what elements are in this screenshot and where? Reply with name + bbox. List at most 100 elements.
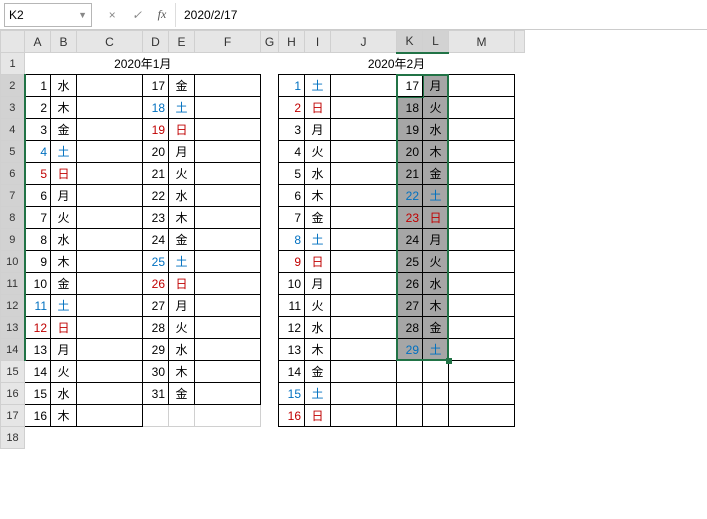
feb-r-7-day[interactable]: 24 — [397, 229, 423, 251]
feb-r-0-day[interactable]: 17 — [397, 75, 423, 97]
jan-l-4-dow[interactable]: 日 — [51, 163, 77, 185]
jan-r-13-note[interactable] — [195, 361, 261, 383]
jan-l-10-note[interactable] — [77, 295, 143, 317]
feb-l-7-note[interactable] — [331, 229, 397, 251]
jan-r-5-note[interactable] — [195, 185, 261, 207]
feb-l-3-day[interactable]: 4 — [279, 141, 305, 163]
jan-l-13-day[interactable]: 14 — [25, 361, 51, 383]
jan-r-4-note[interactable] — [195, 163, 261, 185]
jan-r-6-note[interactable] — [195, 207, 261, 229]
jan-r-12-dow[interactable]: 水 — [169, 339, 195, 361]
feb-l-15-day[interactable]: 16 — [279, 405, 305, 427]
jan-l-2-note[interactable] — [77, 119, 143, 141]
feb-r-1-note[interactable] — [449, 97, 515, 119]
feb-r-6-dow[interactable]: 日 — [423, 207, 449, 229]
jan-l-0-dow[interactable]: 水 — [51, 75, 77, 97]
jan-l-13-note[interactable] — [77, 361, 143, 383]
jan-l-4-day[interactable]: 5 — [25, 163, 51, 185]
feb-r-2-day[interactable]: 19 — [397, 119, 423, 141]
feb-r-10-dow[interactable]: 木 — [423, 295, 449, 317]
row-header-2[interactable]: 2 — [1, 75, 25, 97]
jan-l-11-day[interactable]: 12 — [25, 317, 51, 339]
jan-r-11-note[interactable] — [195, 317, 261, 339]
jan-l-7-day[interactable]: 8 — [25, 229, 51, 251]
feb-l-8-note[interactable] — [331, 251, 397, 273]
jan-r-8-note[interactable] — [195, 251, 261, 273]
feb-l-12-day[interactable]: 13 — [279, 339, 305, 361]
jan-l-3-dow[interactable]: 土 — [51, 141, 77, 163]
jan-r-10-note[interactable] — [195, 295, 261, 317]
feb-r-6-note[interactable] — [449, 207, 515, 229]
col-header-L[interactable]: L — [423, 31, 449, 53]
feb-l-14-day[interactable]: 15 — [279, 383, 305, 405]
confirm-icon[interactable]: ✓ — [125, 3, 149, 27]
feb-l-14-note[interactable] — [331, 383, 397, 405]
month-header-feb[interactable]: 2020年2月 — [279, 53, 515, 75]
row-header-3[interactable]: 3 — [1, 97, 25, 119]
jan-l-1-day[interactable]: 2 — [25, 97, 51, 119]
jan-l-5-note[interactable] — [77, 185, 143, 207]
feb-r-10-note[interactable] — [449, 295, 515, 317]
feb-l-2-dow[interactable]: 月 — [305, 119, 331, 141]
row-header-9[interactable]: 9 — [1, 229, 25, 251]
feb-l-14-dow[interactable]: 土 — [305, 383, 331, 405]
feb-l-10-day[interactable]: 11 — [279, 295, 305, 317]
feb-r-11-note[interactable] — [449, 317, 515, 339]
cell-G1[interactable] — [261, 53, 279, 75]
col-header-C[interactable]: C — [77, 31, 143, 53]
feb-l-9-day[interactable]: 10 — [279, 273, 305, 295]
jan-r-3-note[interactable] — [195, 141, 261, 163]
feb-l-0-note[interactable] — [331, 75, 397, 97]
col-header-M[interactable]: M — [449, 31, 515, 53]
jan-r-11-day[interactable]: 28 — [143, 317, 169, 339]
jan-r-1-day[interactable]: 18 — [143, 97, 169, 119]
row-header-10[interactable]: 10 — [1, 251, 25, 273]
feb-l-6-dow[interactable]: 金 — [305, 207, 331, 229]
col-header-I[interactable]: I — [305, 31, 331, 53]
jan-r-9-dow[interactable]: 日 — [169, 273, 195, 295]
feb-l-11-dow[interactable]: 水 — [305, 317, 331, 339]
feb-l-9-note[interactable] — [331, 273, 397, 295]
jan-r-13-dow[interactable]: 木 — [169, 361, 195, 383]
feb-r-5-note[interactable] — [449, 185, 515, 207]
feb-l-12-dow[interactable]: 木 — [305, 339, 331, 361]
fx-icon[interactable]: fx — [150, 3, 174, 27]
feb-r-9-day[interactable]: 26 — [397, 273, 423, 295]
feb-r-9-dow[interactable]: 水 — [423, 273, 449, 295]
jan-l-0-day[interactable]: 1 — [25, 75, 51, 97]
jan-r-13-day[interactable]: 30 — [143, 361, 169, 383]
jan-r-9-note[interactable] — [195, 273, 261, 295]
feb-r-3-dow[interactable]: 木 — [423, 141, 449, 163]
cancel-icon[interactable]: × — [100, 3, 124, 27]
feb-l-10-note[interactable] — [331, 295, 397, 317]
jan-r-6-dow[interactable]: 木 — [169, 207, 195, 229]
feb-l-0-dow[interactable]: 土 — [305, 75, 331, 97]
row-header-18[interactable]: 18 — [1, 427, 25, 449]
jan-r-2-dow[interactable]: 日 — [169, 119, 195, 141]
jan-l-15-day[interactable]: 16 — [25, 405, 51, 427]
feb-l-11-day[interactable]: 12 — [279, 317, 305, 339]
feb-l-3-dow[interactable]: 火 — [305, 141, 331, 163]
jan-r-9-day[interactable]: 26 — [143, 273, 169, 295]
jan-r-3-dow[interactable]: 月 — [169, 141, 195, 163]
feb-r-7-note[interactable] — [449, 229, 515, 251]
jan-l-8-day[interactable]: 9 — [25, 251, 51, 273]
row-header-13[interactable]: 13 — [1, 317, 25, 339]
row-header-5[interactable]: 5 — [1, 141, 25, 163]
jan-l-6-note[interactable] — [77, 207, 143, 229]
jan-l-14-note[interactable] — [77, 383, 143, 405]
feb-l-10-dow[interactable]: 火 — [305, 295, 331, 317]
feb-l-5-day[interactable]: 6 — [279, 185, 305, 207]
jan-r-1-note[interactable] — [195, 97, 261, 119]
formula-input[interactable]: 2020/2/17 — [175, 3, 703, 27]
feb-r-2-note[interactable] — [449, 119, 515, 141]
jan-l-1-dow[interactable]: 木 — [51, 97, 77, 119]
feb-r-12-day[interactable]: 29 — [397, 339, 423, 361]
feb-l-3-note[interactable] — [331, 141, 397, 163]
feb-l-7-dow[interactable]: 土 — [305, 229, 331, 251]
row-header-16[interactable]: 16 — [1, 383, 25, 405]
row-header-17[interactable]: 17 — [1, 405, 25, 427]
feb-l-13-note[interactable] — [331, 361, 397, 383]
feb-l-2-note[interactable] — [331, 119, 397, 141]
jan-l-1-note[interactable] — [77, 97, 143, 119]
